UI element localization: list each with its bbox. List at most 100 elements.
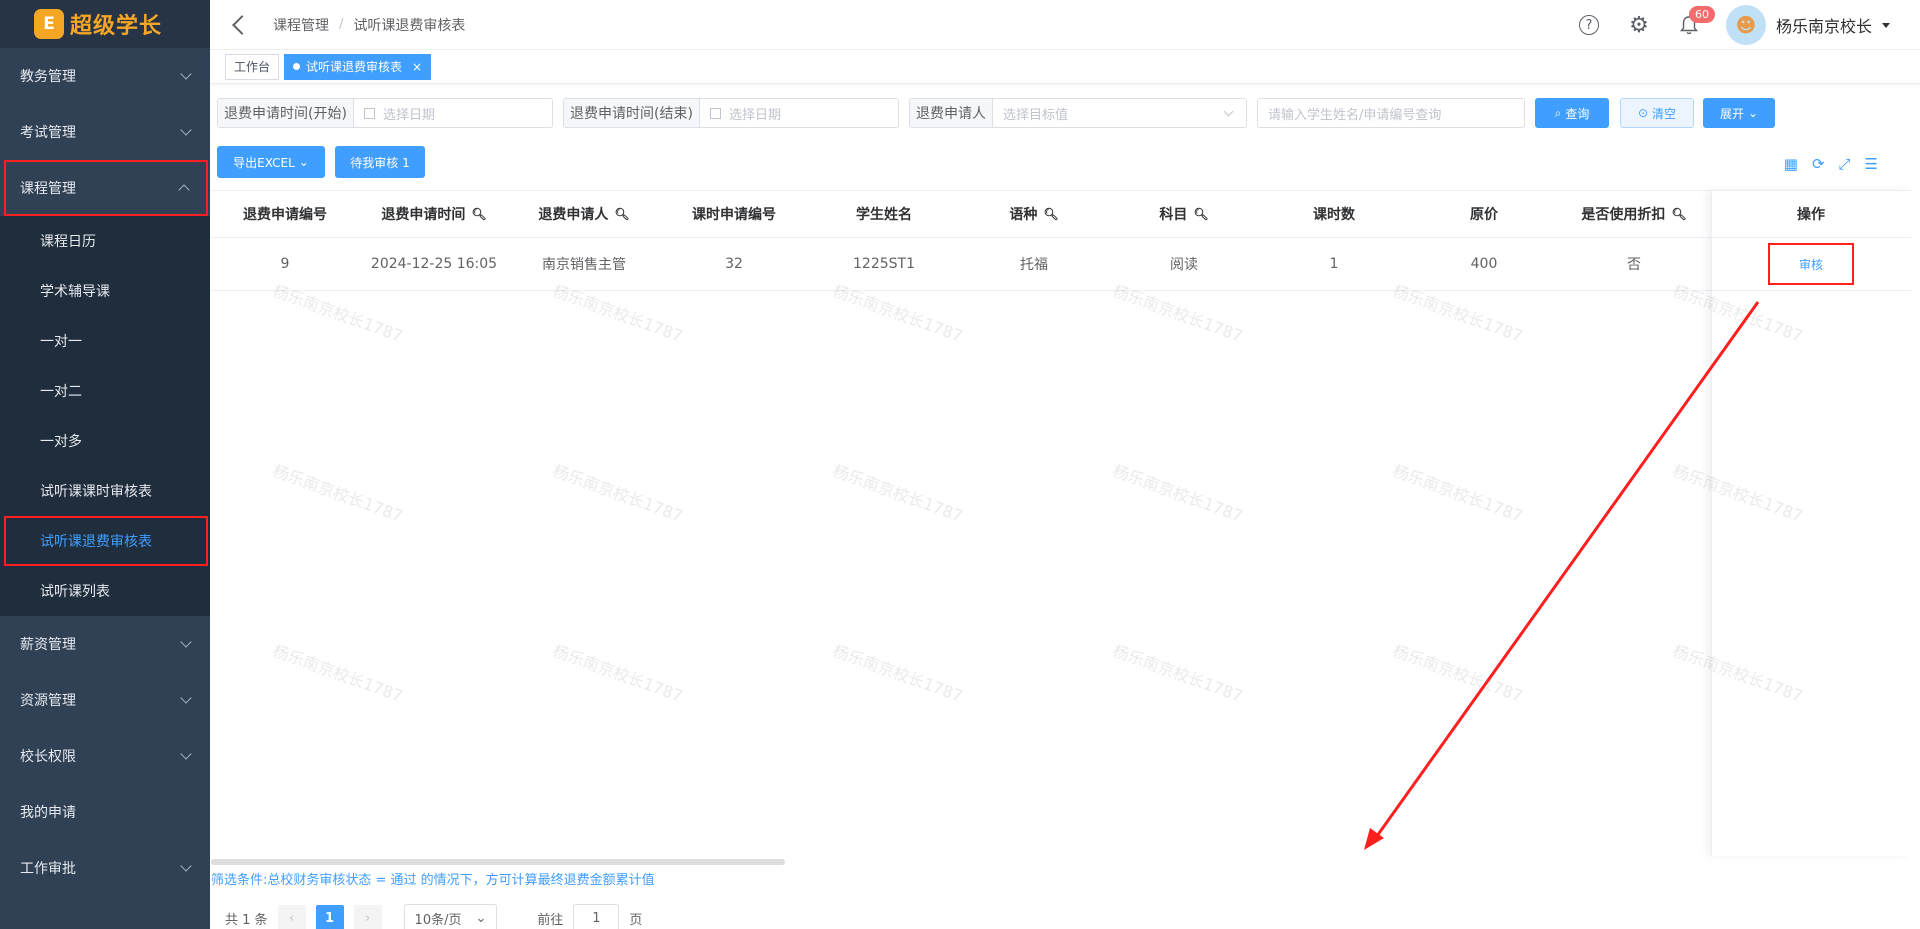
user-name[interactable]: 杨乐南京校长 — [1776, 13, 1872, 37]
column-header[interactable]: 退费申请时间 🔍︎ — [359, 204, 509, 224]
sidebar-subitem-one-on-two[interactable]: 一对二 — [0, 366, 210, 416]
end-date-label: 退费申请时间(结束) — [564, 99, 700, 127]
refresh-icon[interactable]: ⟳ — [1812, 155, 1825, 173]
expand-button[interactable]: 展开 ⌄ — [1703, 98, 1775, 128]
sidebar-item-label: 资源管理 — [20, 693, 76, 709]
column-header: 课时数 — [1259, 204, 1409, 224]
grid-icon[interactable]: ▦ — [1784, 155, 1798, 173]
horizontal-scrollbar[interactable] — [211, 859, 785, 865]
sidebar-item-resources[interactable]: 资源管理 — [0, 672, 210, 728]
filter-bar: 退费申请时间(开始) 选择日期 退费申请时间(结束) 选择日期 退费申请人 选择… — [217, 98, 1775, 128]
column-header-label: 语种 — [1009, 207, 1038, 223]
calendar-icon — [363, 107, 375, 119]
column-header-operation: 操作 — [1712, 190, 1910, 238]
sidebar-item-academic[interactable]: 教务管理 — [0, 48, 210, 104]
sidebar-item-approvals[interactable]: 工作审批 — [0, 840, 210, 896]
table-toolbar: ▦ ⟳ ⤢ ☰ — [1784, 155, 1878, 173]
audit-button[interactable]: 审核 — [1768, 243, 1854, 285]
end-date-filter: 退费申请时间(结束) 选择日期 — [563, 98, 899, 128]
next-page-button[interactable]: › — [353, 905, 382, 929]
page-size-label: 10条/页 — [414, 912, 462, 928]
chevron-down-icon — [180, 68, 192, 80]
sidebar-subitem-trial-list[interactable]: 试听课列表 — [0, 566, 210, 616]
chevron-down-icon — [180, 860, 192, 872]
page-number[interactable]: 1 — [315, 905, 344, 929]
clear-button[interactable]: ⊙ 清空 — [1620, 98, 1694, 128]
column-header: 原价 — [1409, 204, 1559, 224]
breadcrumb-current: 试听课退费审核表 — [353, 17, 466, 34]
pagination: 共 1 条 ‹ 1 › 10条/页 ⌄ 前往 1 页 — [225, 904, 642, 929]
cell-price: 400 — [1470, 256, 1498, 272]
goto-suffix: 页 — [629, 912, 643, 928]
search-button[interactable]: ⌕ 查询 — [1535, 98, 1609, 128]
column-header[interactable]: 科目 🔍︎ — [1109, 204, 1259, 224]
actions-row: 导出EXCEL ⌄ 待我审核 1 — [217, 146, 425, 178]
pending-review-button[interactable]: 待我审核 1 — [335, 146, 425, 178]
sidebar-subitem-one-on-one[interactable]: 一对一 — [0, 316, 210, 366]
page-size-select[interactable]: 10条/页 ⌄ — [403, 904, 498, 929]
search-icon[interactable]: 🔍︎ — [614, 207, 629, 221]
search-icon[interactable]: 🔍︎ — [1043, 207, 1058, 221]
chevron-down-icon — [180, 124, 192, 136]
calendar-icon — [709, 107, 721, 119]
tag-active[interactable]: 试听课退费审核表 × — [284, 53, 432, 80]
gear-icon: ⚙ — [1629, 12, 1649, 38]
chevron-down-icon: ⌄ — [1747, 106, 1759, 120]
start-date-input[interactable]: 选择日期 — [353, 99, 552, 127]
sidebar-item-label: 我的申请 — [20, 805, 76, 821]
tag-home[interactable]: 工作台 — [225, 53, 280, 80]
navbar-right: ? ⚙ 60 ☻ 杨乐南京校长 — [1564, 0, 1890, 50]
operation-cell: 审核 — [1712, 238, 1910, 291]
notification-button[interactable]: 60 — [1664, 0, 1715, 50]
back-icon[interactable] — [232, 14, 252, 35]
sidebar-subitem-trial-refund-review[interactable]: 试听课退费审核表 — [4, 516, 208, 566]
keyword-input[interactable]: 请输入学生姓名/申请编号查询 — [1258, 99, 1524, 127]
breadcrumb-item[interactable]: 课程管理 — [273, 15, 329, 35]
sidebar-item-principal[interactable]: 校长权限 — [0, 728, 210, 784]
cell-hours-request-id: 32 — [725, 256, 743, 272]
search-icon[interactable]: 🔍︎ — [1671, 207, 1686, 221]
close-icon[interactable]: × — [412, 55, 422, 79]
sidebar-subitem-trial-hours-review[interactable]: 试听课课时审核表 — [0, 466, 210, 516]
fullscreen-icon[interactable]: ⤢ — [1839, 155, 1851, 173]
sidebar-item-exam[interactable]: 考试管理 — [0, 104, 210, 160]
help-button[interactable]: ? — [1564, 0, 1614, 50]
column-header: 退费申请编号 — [211, 204, 359, 224]
cell-language: 托福 — [1020, 257, 1048, 273]
sidebar-item-label: 教务管理 — [20, 69, 76, 85]
end-date-placeholder: 选择日期 — [728, 107, 781, 123]
column-settings-icon[interactable]: ☰ — [1865, 155, 1878, 173]
help-icon: ? — [1578, 15, 1599, 35]
filter-note: 筛选条件:总校财务审核状态 = 通过 的情况下，方可计算最终退费金额累计值 — [211, 873, 655, 888]
sidebar-subitem-one-on-many[interactable]: 一对多 — [0, 416, 210, 466]
sidebar-item-salary[interactable]: 薪资管理 — [0, 616, 210, 672]
goto-prefix: 前往 — [537, 912, 564, 928]
sidebar-subitem-calendar[interactable]: 课程日历 — [0, 216, 210, 266]
settings-button[interactable]: ⚙ — [1614, 0, 1664, 50]
caret-down-icon[interactable] — [1882, 22, 1890, 28]
search-icon[interactable]: 🔍︎ — [471, 207, 486, 221]
refund-table: 退费申请编号 退费申请时间 🔍︎ 退费申请人 🔍︎ 课时申请编号 学生姓名 语种 🔍︎… — [211, 190, 1911, 291]
column-header-label: 退费申请编号 — [243, 207, 327, 223]
applicant-select[interactable]: 选择目标值 — [993, 99, 1246, 127]
sidebar-item-label: 薪资管理 — [20, 637, 76, 653]
avatar[interactable]: ☻ — [1725, 5, 1766, 45]
prev-page-button[interactable]: ‹ — [277, 905, 306, 929]
table-row: 9 2024-12-25 16:05 南京销售主管 32 1225ST1 托福 … — [211, 238, 1911, 291]
main-area: 课程管理 / 试听课退费审核表 ? ⚙ 60 ☻ 杨乐南京校长 工作台 试听课退… — [210, 0, 1920, 929]
tag-label: 试听课退费审核表 — [306, 59, 403, 74]
column-header[interactable]: 是否使用折扣 🔍︎ — [1559, 204, 1709, 224]
sidebar-item-course[interactable]: 课程管理 — [4, 160, 208, 216]
clear-button-label: 清空 — [1652, 106, 1677, 121]
search-icon[interactable]: 🔍︎ — [1193, 207, 1208, 221]
column-header[interactable]: 语种 🔍︎ — [959, 204, 1109, 224]
sidebar-item-my-requests[interactable]: 我的申请 — [0, 784, 210, 840]
column-header[interactable]: 退费申请人 🔍︎ — [509, 204, 659, 224]
cell-student-name: 1225ST1 — [853, 256, 915, 272]
pagination-total: 共 1 条 — [225, 912, 268, 928]
export-excel-button[interactable]: 导出EXCEL ⌄ — [217, 146, 325, 178]
goto-page-input[interactable]: 1 — [573, 904, 620, 929]
sidebar-item-label: 工作审批 — [20, 861, 76, 877]
end-date-input[interactable]: 选择日期 — [699, 99, 898, 127]
sidebar-subitem-tutoring[interactable]: 学术辅导课 — [0, 266, 210, 316]
